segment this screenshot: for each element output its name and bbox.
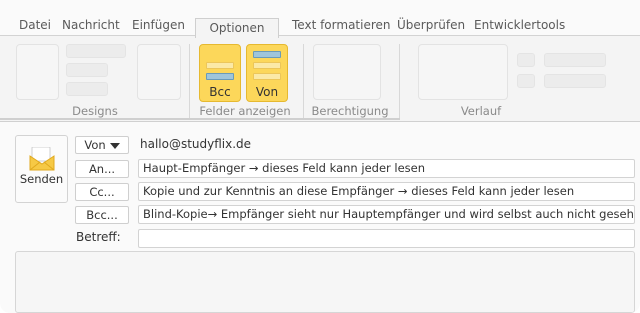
bcc-button-label: Bcc	[209, 85, 231, 99]
group-divider	[399, 44, 400, 118]
bcc-icon-bar	[206, 62, 234, 69]
to-button[interactable]: An...	[75, 160, 129, 178]
von-icon-bar	[253, 73, 281, 80]
group-label-verlauf: Verlauf	[460, 104, 502, 118]
tab-optionen[interactable]: Optionen	[195, 18, 279, 38]
chevron-down-icon	[109, 142, 120, 149]
verlauf-placeholder-line[interactable]	[544, 53, 606, 67]
from-email: hallo@studyflix.de	[140, 137, 252, 151]
from-dropdown[interactable]: Von	[75, 136, 129, 154]
tab-ueberpruefen[interactable]: Überprüfen	[397, 14, 465, 36]
group-label-berechtigung: Berechtigung	[311, 104, 389, 118]
group-divider	[189, 44, 190, 118]
group-label-designs: Designs	[72, 104, 118, 118]
group-divider	[303, 44, 304, 118]
verlauf-placeholder-line[interactable]	[544, 74, 606, 88]
bcc-button[interactable]: Bcc	[199, 44, 241, 102]
verlauf-placeholder-icon[interactable]	[517, 74, 535, 88]
von-button[interactable]: Von	[246, 44, 288, 102]
tab-text-formatieren[interactable]: Text formatieren	[292, 14, 391, 36]
designs-placeholder-line[interactable]	[66, 63, 108, 77]
send-button[interactable]: Senden	[15, 135, 68, 203]
group-label-felder-anzeigen: Felder anzeigen	[199, 104, 291, 118]
cc-button[interactable]: Cc...	[75, 183, 129, 201]
designs-placeholder-large[interactable]	[137, 44, 181, 100]
cc-field[interactable]: Kopie und zur Kenntnis an diese Empfänge…	[138, 182, 635, 201]
von-icon-bar-highlight	[253, 51, 281, 58]
tab-datei[interactable]: Datei	[19, 14, 51, 36]
ribbon: Designs Bcc Von Felder anzeigen Berechti…	[0, 36, 640, 122]
designs-placeholder-large[interactable]	[16, 44, 59, 100]
von-icon-bar	[253, 62, 281, 69]
ribbon-tabbar: Datei Nachricht Einfügen Optionen Text f…	[0, 14, 640, 38]
bcc-field[interactable]: Blind-Kopie→ Empfänger sieht nur Hauptem…	[138, 205, 635, 224]
tab-einfuegen[interactable]: Einfügen	[132, 14, 185, 36]
from-dropdown-label: Von	[84, 138, 106, 152]
tab-entwicklertools[interactable]: Entwicklertools	[474, 14, 565, 36]
outlook-compose-window: Datei Nachricht Einfügen Optionen Text f…	[0, 0, 640, 313]
bcc-address-button[interactable]: Bcc...	[75, 206, 129, 224]
verlauf-placeholder-icon[interactable]	[517, 53, 535, 67]
ribbon-underline	[0, 118, 400, 120]
subject-label: Betreff:	[76, 230, 121, 244]
verlauf-placeholder-large[interactable]	[418, 44, 508, 100]
bcc-icon-bar-highlight	[206, 73, 234, 80]
send-envelope-icon	[29, 147, 55, 171]
send-button-label: Senden	[19, 172, 64, 186]
to-field[interactable]: Haupt-Empfänger → dieses Feld kann jeder…	[138, 159, 635, 178]
tab-nachricht[interactable]: Nachricht	[62, 14, 120, 36]
subject-field[interactable]	[138, 229, 635, 248]
von-button-label: Von	[255, 85, 279, 99]
berechtigung-placeholder[interactable]	[313, 44, 381, 100]
designs-placeholder-line[interactable]	[66, 82, 108, 96]
message-body[interactable]	[15, 251, 635, 313]
designs-placeholder-line[interactable]	[66, 44, 126, 58]
